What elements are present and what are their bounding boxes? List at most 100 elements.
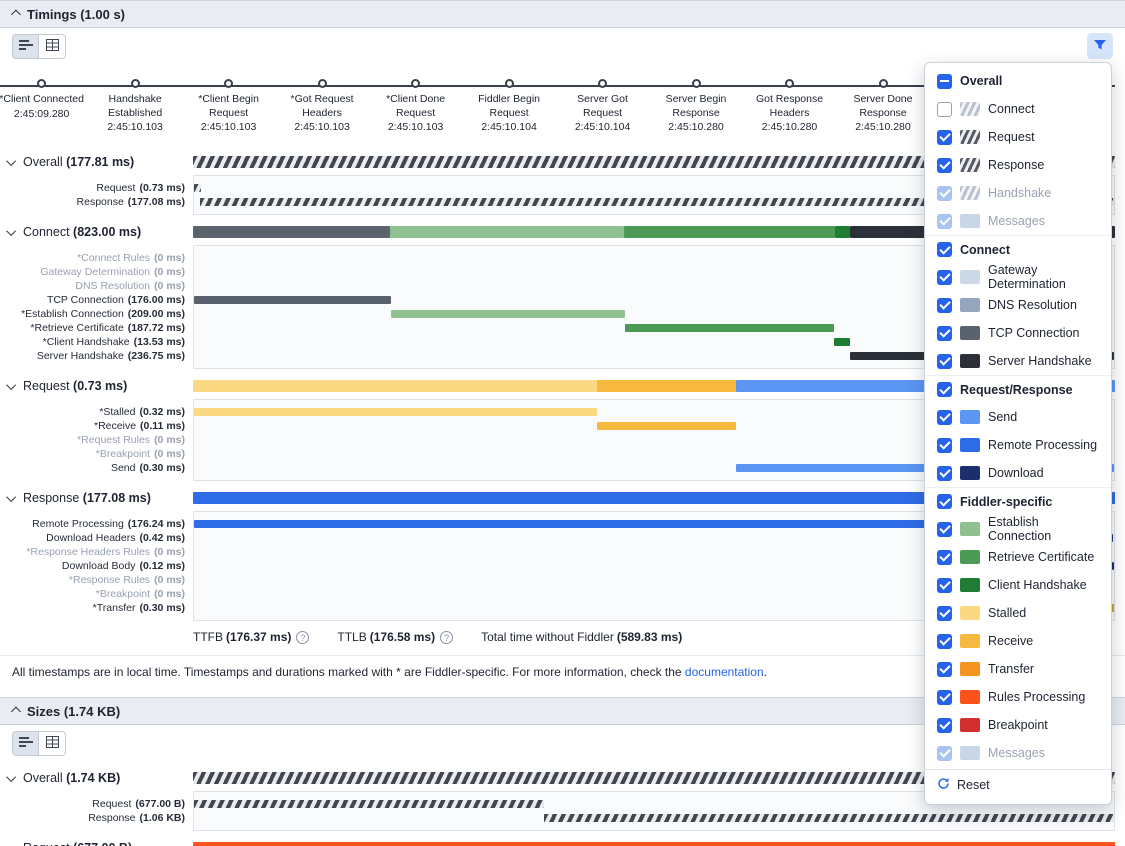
milestone-got-response-headers: Got Response Headers2:45:10.280 (744, 79, 836, 134)
table-view-button[interactable] (39, 731, 66, 756)
bar-segment (834, 338, 850, 346)
checkbox-checked (937, 578, 952, 593)
filter-item-retrieve-certificate[interactable]: Retrieve Certificate (925, 543, 1111, 571)
row-label-download-body: Download Body(0.12 ms) (0, 559, 185, 573)
filter-item-receive[interactable]: Receive (925, 627, 1111, 655)
waterfall-view-button[interactable] (12, 34, 39, 59)
filter-item-request[interactable]: Request (925, 123, 1111, 151)
filter-group-fiddler-specific[interactable]: Fiddler-specific (925, 487, 1111, 515)
filter-item-download[interactable]: Download (925, 459, 1111, 487)
list-view-icon (19, 736, 33, 751)
waterfall-view-button[interactable] (12, 731, 39, 756)
filter-item-rules-processing[interactable]: Rules Processing (925, 683, 1111, 711)
checkbox-checked (937, 522, 952, 537)
sizes-title: Sizes (1.74 KB) (27, 704, 120, 719)
bar-segment (194, 296, 391, 304)
table-view-button[interactable] (39, 34, 66, 59)
checkbox-checked (937, 690, 952, 705)
chevron-down-icon (6, 772, 16, 782)
info-icon[interactable] (296, 631, 309, 644)
filter-item-label: Handshake (988, 186, 1051, 200)
filter-item-label: Gateway Determination (988, 263, 1099, 291)
filter-item-breakpoint[interactable]: Breakpoint (925, 711, 1111, 739)
milestone-client-connected: *Client Connected2:45:09.280 (0, 79, 88, 121)
color-swatch (960, 354, 980, 368)
filter-item-label: Messages (988, 746, 1045, 760)
timings-toolbar (0, 28, 1125, 64)
milestone-client-done-request: *Client Done Request2:45:10.103 (370, 79, 462, 134)
filter-item-remote-processing[interactable]: Remote Processing (925, 431, 1111, 459)
checkbox-checked (937, 438, 952, 453)
milestone-name: Server Done Response (837, 93, 929, 120)
filter-item-connect[interactable]: Connect (925, 95, 1111, 123)
filter-group-label: Overall (960, 74, 1002, 88)
milestone-dot (785, 79, 794, 88)
milestone-time: 2:45:10.103 (276, 120, 368, 134)
checkbox-checked (937, 270, 952, 285)
section-value: (0.73 ms) (73, 379, 127, 393)
checkbox-checked (937, 382, 952, 397)
color-swatch (960, 102, 980, 116)
view-toggle-group (12, 34, 66, 59)
row-label-breakpoint: *Breakpoint(0 ms) (0, 447, 185, 461)
checkbox-disabled (937, 186, 952, 201)
documentation-link[interactable]: documentation (685, 665, 764, 679)
row-label-request-rules: *Request Rules(0 ms) (0, 433, 185, 447)
milestone-time: 2:45:10.103 (370, 120, 462, 134)
filter-button[interactable] (1087, 33, 1113, 59)
filter-item-label: Request (988, 130, 1035, 144)
milestone-dot (37, 79, 46, 88)
filter-item-stalled[interactable]: Stalled (925, 599, 1111, 627)
color-swatch (960, 326, 980, 340)
filter-item-dns-resolution[interactable]: DNS Resolution (925, 291, 1111, 319)
row-label-retrieve-certificate: *Retrieve Certificate(187.72 ms) (0, 321, 185, 335)
color-swatch (960, 130, 980, 144)
milestone-server-got-request: Server Got Request2:45:10.104 (557, 79, 649, 134)
color-swatch (960, 662, 980, 676)
filter-item-handshake[interactable]: Handshake (925, 179, 1111, 207)
section-header-request[interactable]: Request (677.00 B) (0, 839, 1125, 846)
filter-item-gateway-determination[interactable]: Gateway Determination (925, 263, 1111, 291)
info-icon[interactable] (440, 631, 453, 644)
row-label-dns-resolution: DNS Resolution(0 ms) (0, 279, 185, 293)
filter-item-send[interactable]: Send (925, 403, 1111, 431)
section-bar (193, 839, 1115, 846)
bar-segment (544, 814, 1114, 822)
filter-item-label: Transfer (988, 662, 1034, 676)
milestone-dot (879, 79, 888, 88)
filter-item-messages[interactable]: Messages (925, 739, 1111, 767)
milestone-server-done-response: Server Done Response2:45:10.280 (837, 79, 929, 134)
bar-segment (391, 310, 625, 318)
milestone-dot (411, 79, 420, 88)
bar-segment (597, 422, 736, 430)
color-swatch (960, 466, 980, 480)
timings-panel-header[interactable]: Timings (1.00 s) (0, 0, 1125, 28)
bar-segment (390, 226, 624, 238)
filter-item-client-handshake[interactable]: Client Handshake (925, 571, 1111, 599)
milestone-name: Server Begin Response (650, 93, 742, 120)
filter-group-request-response[interactable]: Request/Response (925, 375, 1111, 403)
filter-item-establish-connection[interactable]: Establish Connection (925, 515, 1111, 543)
milestone-name: Got Response Headers (744, 93, 836, 120)
filter-item-response[interactable]: Response (925, 151, 1111, 179)
milestone-dot (131, 79, 140, 88)
row-bar-response (194, 811, 1114, 825)
filter-group-connect[interactable]: Connect (925, 235, 1111, 263)
checkbox-checked (937, 130, 952, 145)
row-label-connect-rules: *Connect Rules(0 ms) (0, 251, 185, 265)
milestone-name: *Got Request Headers (276, 93, 368, 120)
milestone-dot (224, 79, 233, 88)
filter-item-messages[interactable]: Messages (925, 207, 1111, 235)
reset-button[interactable]: Reset (925, 769, 1111, 800)
filter-item-transfer[interactable]: Transfer (925, 655, 1111, 683)
filter-item-label: Breakpoint (988, 718, 1048, 732)
filter-item-label: Stalled (988, 606, 1026, 620)
filter-item-server-handshake[interactable]: Server Handshake (925, 347, 1111, 375)
row-label-establish-connection: *Establish Connection(209.00 ms) (0, 307, 185, 321)
chevron-down-icon (6, 842, 16, 846)
milestone-name: Server Got Request (557, 93, 649, 120)
bar-segment (194, 408, 597, 416)
color-swatch (960, 690, 980, 704)
filter-group-overall[interactable]: Overall (925, 67, 1111, 95)
filter-item-tcp-connection[interactable]: TCP Connection (925, 319, 1111, 347)
